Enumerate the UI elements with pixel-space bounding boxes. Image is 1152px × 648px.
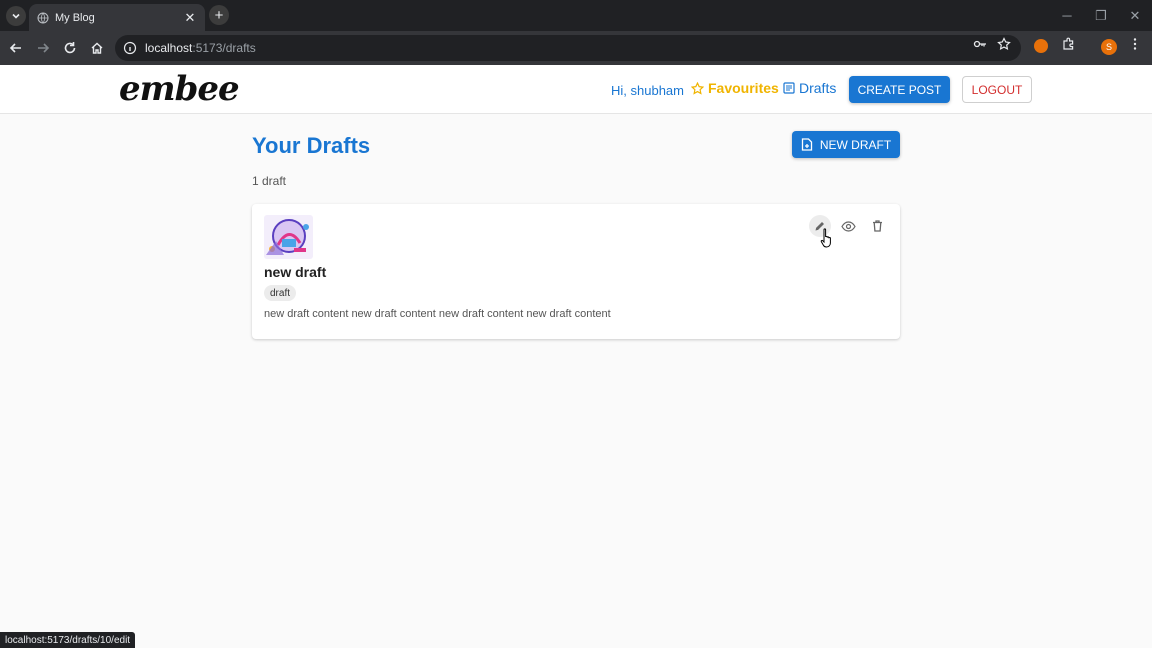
nav-drafts-link[interactable]: Drafts <box>783 80 836 96</box>
bookmark-star-icon[interactable] <box>997 37 1011 51</box>
app-header: embee Hi, shubham Favourites Drafts CREA… <box>0 65 1152 114</box>
close-window-button[interactable]: ✕ <box>1118 0 1152 31</box>
user-greeting: Hi, shubham <box>611 83 684 98</box>
forward-button[interactable] <box>33 38 53 58</box>
note-add-icon <box>801 138 812 151</box>
address-bar[interactable]: localhost:5173/drafts <box>115 35 1021 61</box>
profile-avatar[interactable]: S <box>1101 39 1117 55</box>
star-outline-icon <box>691 81 704 95</box>
delete-draft-button[interactable] <box>866 215 888 237</box>
hand-cursor-icon <box>820 228 831 248</box>
arrow-left-icon <box>9 43 21 53</box>
status-bar-url: localhost:5173/drafts/10/edit <box>0 632 136 648</box>
site-info-icon[interactable] <box>123 41 137 55</box>
page-title: Your Drafts <box>252 133 371 158</box>
back-button[interactable] <box>6 38 26 58</box>
trash-icon <box>872 220 882 232</box>
nav-favourites-link[interactable]: Favourites <box>691 80 779 96</box>
browser-toolbar: localhost:5173/drafts S <box>0 31 1152 65</box>
draft-title: new draft <box>264 264 327 280</box>
reload-icon <box>64 42 76 54</box>
tab-title: My Blog <box>55 11 95 24</box>
tab-close-icon[interactable]: ✕ <box>183 10 197 26</box>
drafts-label: Drafts <box>799 80 837 96</box>
favourites-label: Favourites <box>708 80 779 96</box>
create-post-button[interactable]: CREATE POST <box>849 76 950 103</box>
eye-icon <box>840 220 856 232</box>
home-button[interactable] <box>87 38 107 58</box>
draft-status-chip: draft <box>264 285 297 301</box>
menu-dots-icon[interactable] <box>1128 37 1142 51</box>
tab-search-button[interactable] <box>6 6 26 26</box>
minimize-button[interactable]: ─ <box>1050 0 1084 31</box>
browser-titlebar: My Blog ✕ + ─ ❐ ✕ <box>0 0 1152 31</box>
new-draft-button[interactable]: NEW DRAFT <box>792 131 900 158</box>
extension-shield-icon[interactable] <box>1034 39 1048 53</box>
draft-card[interactable]: new draft draft new draft content new dr… <box>252 204 900 339</box>
extensions-puzzle-icon[interactable] <box>1062 37 1076 51</box>
draft-thumbnail <box>264 215 313 259</box>
site-logo[interactable]: embee <box>119 69 240 109</box>
url-path: :5173/drafts <box>192 41 256 55</box>
article-icon <box>783 82 795 94</box>
arrow-right-icon <box>38 43 50 53</box>
draft-count: 1 draft <box>252 174 287 188</box>
new-draft-label: NEW DRAFT <box>819 137 892 152</box>
reload-button[interactable] <box>60 38 80 58</box>
url-host: localhost <box>145 41 193 55</box>
preview-draft-button[interactable] <box>837 215 859 237</box>
chevron-down-icon <box>12 13 20 19</box>
restore-button[interactable]: ❐ <box>1084 0 1118 31</box>
password-key-icon[interactable] <box>973 37 987 51</box>
globe-icon <box>37 12 49 24</box>
logout-button[interactable]: LOGOUT <box>962 76 1032 103</box>
browser-tab[interactable]: My Blog ✕ <box>29 4 205 31</box>
home-icon <box>91 42 103 54</box>
new-tab-button[interactable]: + <box>209 5 229 25</box>
draft-excerpt: new draft content new draft content new … <box>264 308 611 320</box>
